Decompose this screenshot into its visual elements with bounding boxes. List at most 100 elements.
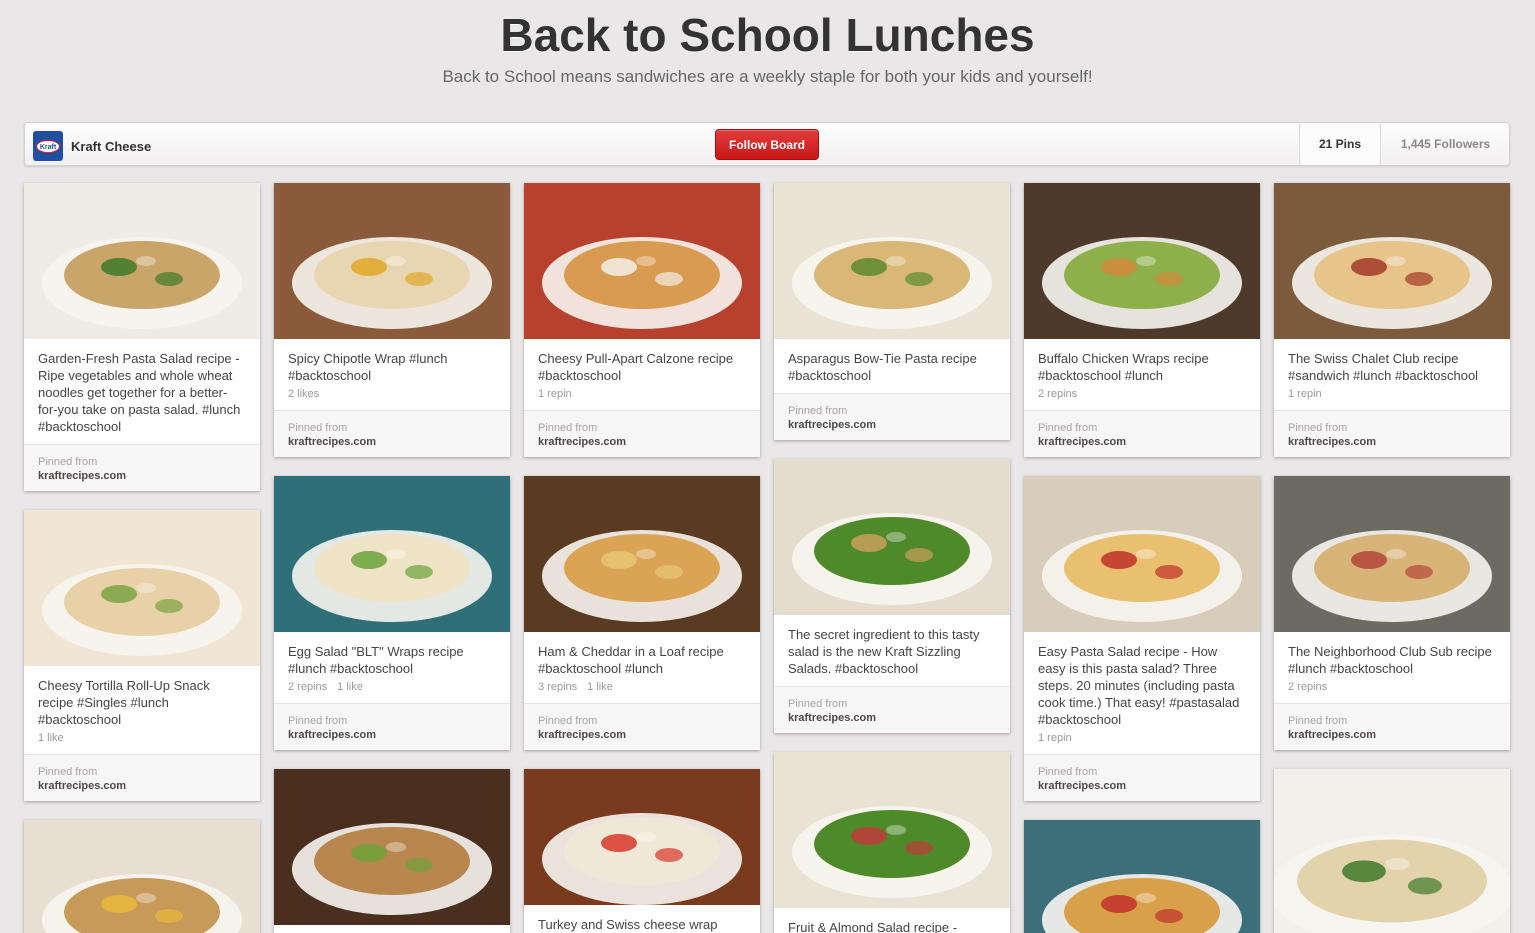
pin-stat: 1 like [337,681,363,693]
pin-stat: 1 like [38,732,64,744]
pin-image[interactable] [524,183,760,339]
food-photo [24,820,260,933]
pinned-from-label: Pinned from [538,715,598,727]
pin-card[interactable]: The Swiss Chalet Club recipe #sandwich #… [1274,183,1510,457]
pin-source[interactable]: Pinned from kraftrecipes.com [24,444,260,491]
pin-image[interactable] [24,183,260,339]
pin-source[interactable]: Pinned from kraftrecipes.com [274,703,510,750]
follow-board-button[interactable]: Follow Board [715,129,819,160]
food-photo [24,510,260,666]
pin-card[interactable]: Ham & Cheddar in a Loaf recipe #backtosc… [524,476,760,750]
pin-image[interactable] [524,769,760,905]
pin-description: Cheesy Pull-Apart Calzone recipe #backto… [538,351,734,383]
pin-card[interactable]: Buffalo Chicken Wraps recipe #backtoscho… [1024,183,1260,457]
pin-card[interactable]: Garden-Fresh Pasta Salad recipe - Ripe v… [24,183,260,491]
pin-image[interactable] [1274,183,1510,339]
pin-card[interactable]: Cheesy Pull-Apart Calzone recipe #backto… [524,183,760,457]
pin-source[interactable]: Pinned from kraftrecipes.com [774,393,1010,440]
pin-description: The Neighborhood Club Sub recipe #lunch … [1288,644,1492,676]
pin-card[interactable] [1024,820,1260,933]
pin-image[interactable] [274,769,510,925]
pinned-from-label: Pinned from [788,698,848,710]
pin-source-domain[interactable]: kraftrecipes.com [288,728,496,742]
pin-source-domain[interactable]: kraftrecipes.com [288,435,496,449]
pin-card[interactable] [274,769,510,933]
pin-source[interactable]: Pinned from kraftrecipes.com [274,410,510,457]
pin-description: Egg Salad "BLT" Wraps recipe #lunch #bac… [288,644,464,676]
pinned-from-label: Pinned from [1288,422,1348,434]
pin-source-domain[interactable]: kraftrecipes.com [1038,779,1246,793]
board-description: Back to School means sandwiches are a we… [442,67,1093,86]
pin-image[interactable] [24,820,260,933]
avatar[interactable]: Kraft [33,131,63,161]
pin-source[interactable]: Pinned from kraftrecipes.com [1274,703,1510,750]
pin-image[interactable] [1024,183,1260,339]
pin-card[interactable]: Asparagus Bow-Tie Pasta recipe #backtosc… [774,183,1010,440]
pinned-from-label: Pinned from [1288,715,1348,727]
pinned-from-label: Pinned from [1038,422,1098,434]
board-owner[interactable]: Kraft Kraft Cheese [33,131,151,161]
pin-stat: 2 repins [288,681,328,693]
pin-card[interactable]: Spicy Chipotle Wrap #lunch #backtoschool… [274,183,510,457]
pin-card[interactable]: Egg Salad "BLT" Wraps recipe #lunch #bac… [274,476,510,750]
pinned-from-label: Pinned from [288,715,348,727]
food-photo [524,183,760,339]
pin-image[interactable] [1274,769,1510,933]
pin-card[interactable]: Fruit & Almond Salad recipe - [774,752,1010,933]
pin-stats: 2 repins [1024,384,1260,401]
pin-stats: 2 repins [1274,677,1510,694]
pin-description: Cheesy Tortilla Roll-Up Snack recipe #Si… [38,678,210,727]
pin-source-domain[interactable]: kraftrecipes.com [1038,435,1246,449]
owner-name[interactable]: Kraft Cheese [71,139,151,154]
pin-description: The secret ingredient to this tasty sala… [788,627,980,676]
pin-image[interactable] [1024,820,1260,933]
pin-source-domain[interactable]: kraftrecipes.com [788,418,996,432]
pin-source[interactable]: Pinned from kraftrecipes.com [524,410,760,457]
pin-source[interactable]: Pinned from kraftrecipes.com [24,754,260,801]
pin-card[interactable]: The Neighborhood Club Sub recipe #lunch … [1274,476,1510,750]
board-header-bar: Kraft Kraft Cheese Follow Board 21 Pins … [24,122,1510,166]
pin-source-domain[interactable]: kraftrecipes.com [538,435,746,449]
pin-description: Buffalo Chicken Wraps recipe #backtoscho… [1038,351,1209,383]
pin-source-domain[interactable]: kraftrecipes.com [1288,435,1496,449]
food-photo [24,183,260,339]
pin-stats: 2 repins 1 like [274,677,510,694]
pin-stats: 2 likes [274,384,510,401]
pin-image[interactable] [774,183,1010,339]
pin-stat: 2 repins [1038,388,1078,400]
pin-card[interactable]: Cheesy Tortilla Roll-Up Snack recipe #Si… [24,510,260,801]
pin-stat: 1 repin [1288,388,1322,400]
pin-image[interactable] [24,510,260,666]
pin-source-domain[interactable]: kraftrecipes.com [38,469,246,483]
pin-card[interactable] [1274,769,1510,933]
pinned-from-label: Pinned from [1038,766,1098,778]
pin-source-domain[interactable]: kraftrecipes.com [1288,728,1496,742]
pin-source[interactable]: Pinned from kraftrecipes.com [524,703,760,750]
pin-source-domain[interactable]: kraftrecipes.com [538,728,746,742]
pin-image[interactable] [774,459,1010,615]
pin-description: Asparagus Bow-Tie Pasta recipe #backtosc… [788,351,977,383]
pin-source-domain[interactable]: kraftrecipes.com [788,711,996,725]
pin-card[interactable]: Turkey and Swiss cheese wrap [524,769,760,933]
pin-image[interactable] [1274,476,1510,632]
pin-image[interactable] [1024,476,1260,632]
pin-source[interactable]: Pinned from kraftrecipes.com [1024,754,1260,801]
pin-stat: 1 repin [1038,732,1072,744]
pin-card[interactable]: The secret ingredient to this tasty sala… [774,459,1010,733]
pins-count-tab[interactable]: 21 Pins [1299,123,1380,165]
food-photo [1274,183,1510,339]
pin-card[interactable]: Easy Pasta Salad recipe - How easy is th… [1024,476,1260,801]
pin-image[interactable] [274,183,510,339]
food-photo [774,459,1010,615]
pin-source[interactable]: Pinned from kraftrecipes.com [1024,410,1260,457]
pin-source-domain[interactable]: kraftrecipes.com [38,779,246,793]
pin-card[interactable] [24,820,260,933]
pin-image[interactable] [524,476,760,632]
food-photo [524,769,760,905]
pin-source[interactable]: Pinned from kraftrecipes.com [774,686,1010,733]
pinned-from-label: Pinned from [538,422,598,434]
pin-image[interactable] [774,752,1010,908]
pin-image[interactable] [274,476,510,632]
followers-count-tab[interactable]: 1,445 Followers [1380,123,1510,165]
pin-source[interactable]: Pinned from kraftrecipes.com [1274,410,1510,457]
